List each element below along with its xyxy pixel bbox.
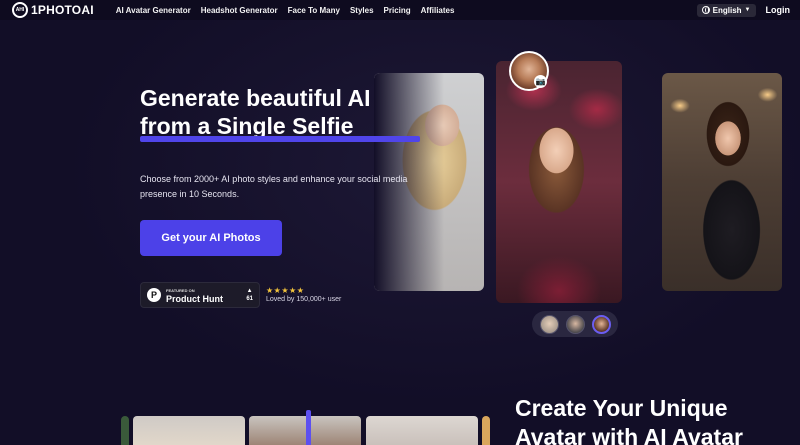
star-rating-icon: ★★★★★ [266,286,305,295]
avatar-carousel-item [366,416,478,445]
section-2-title-line-2: Avatar with AI Avatar [515,424,743,445]
logo-text: 1PHOTOAI [31,3,94,17]
globe-icon [701,6,710,14]
camera-icon: 📷 [534,75,547,88]
logo-mark-text: AHI [15,7,25,13]
nav-link-ai-avatar-generator[interactable]: AI Avatar Generator [116,6,191,15]
style-thumbnail-1[interactable] [539,314,559,334]
headline-highlight-bar [140,136,420,142]
nav-link-styles[interactable]: Styles [350,6,374,15]
product-hunt-icon: P [147,288,161,302]
product-hunt-badge[interactable]: P FEATURED ON Product Hunt ▲ 61 [140,282,260,308]
product-hunt-vote-count: 61 [246,296,253,302]
caret-down-icon: ▼ [744,7,751,13]
section-2-title-line-1: Create Your Unique [515,395,728,421]
hero-subtext: Choose from 2000+ AI photo styles and en… [140,174,408,199]
section-2-title: Create Your Unique Avatar with AI Avatar [515,394,795,445]
nav-link-pricing[interactable]: Pricing [384,6,411,15]
avatar-carousel-item [249,416,361,445]
comparison-slider-handle[interactable] [306,410,311,445]
language-selector[interactable]: English ▼ [696,3,756,17]
sample-photo-woman-flowers [496,61,622,303]
avatar-carousel-item [121,416,129,445]
product-hunt-text: FEATURED ON Product Hunt [166,286,223,304]
avatar-carousel-item [133,416,245,445]
style-thumbnail-strip [532,311,618,337]
sample-photo-woman-cafe [662,73,782,291]
user-rating: ★★★★★ Loved by 150,000+ user [266,286,341,303]
style-thumbnail-2[interactable] [565,314,585,334]
avatar-carousel-item [482,416,490,445]
product-hunt-votes: ▲ 61 [246,287,253,303]
nav-link-affiliates[interactable]: Affiliates [421,6,455,15]
login-link[interactable]: Login [766,5,791,15]
get-ai-photos-button[interactable]: Get your AI Photos [140,220,282,256]
upvote-arrow-icon: ▲ [246,288,253,294]
style-thumbnail-3[interactable] [591,314,611,334]
logo-icon: AHI [12,2,28,18]
logo[interactable]: AHI 1PHOTOAI [12,2,94,18]
rating-text: Loved by 150,000+ user [266,296,342,303]
top-nav: AHI 1PHOTOAI AI Avatar Generator Headsho… [0,0,800,20]
nav-link-face-to-many[interactable]: Face To Many [288,6,340,15]
language-label: English [712,5,742,15]
product-hunt-name: Product Hunt [166,294,223,304]
nav-link-headshot-generator[interactable]: Headshot Generator [201,6,278,15]
